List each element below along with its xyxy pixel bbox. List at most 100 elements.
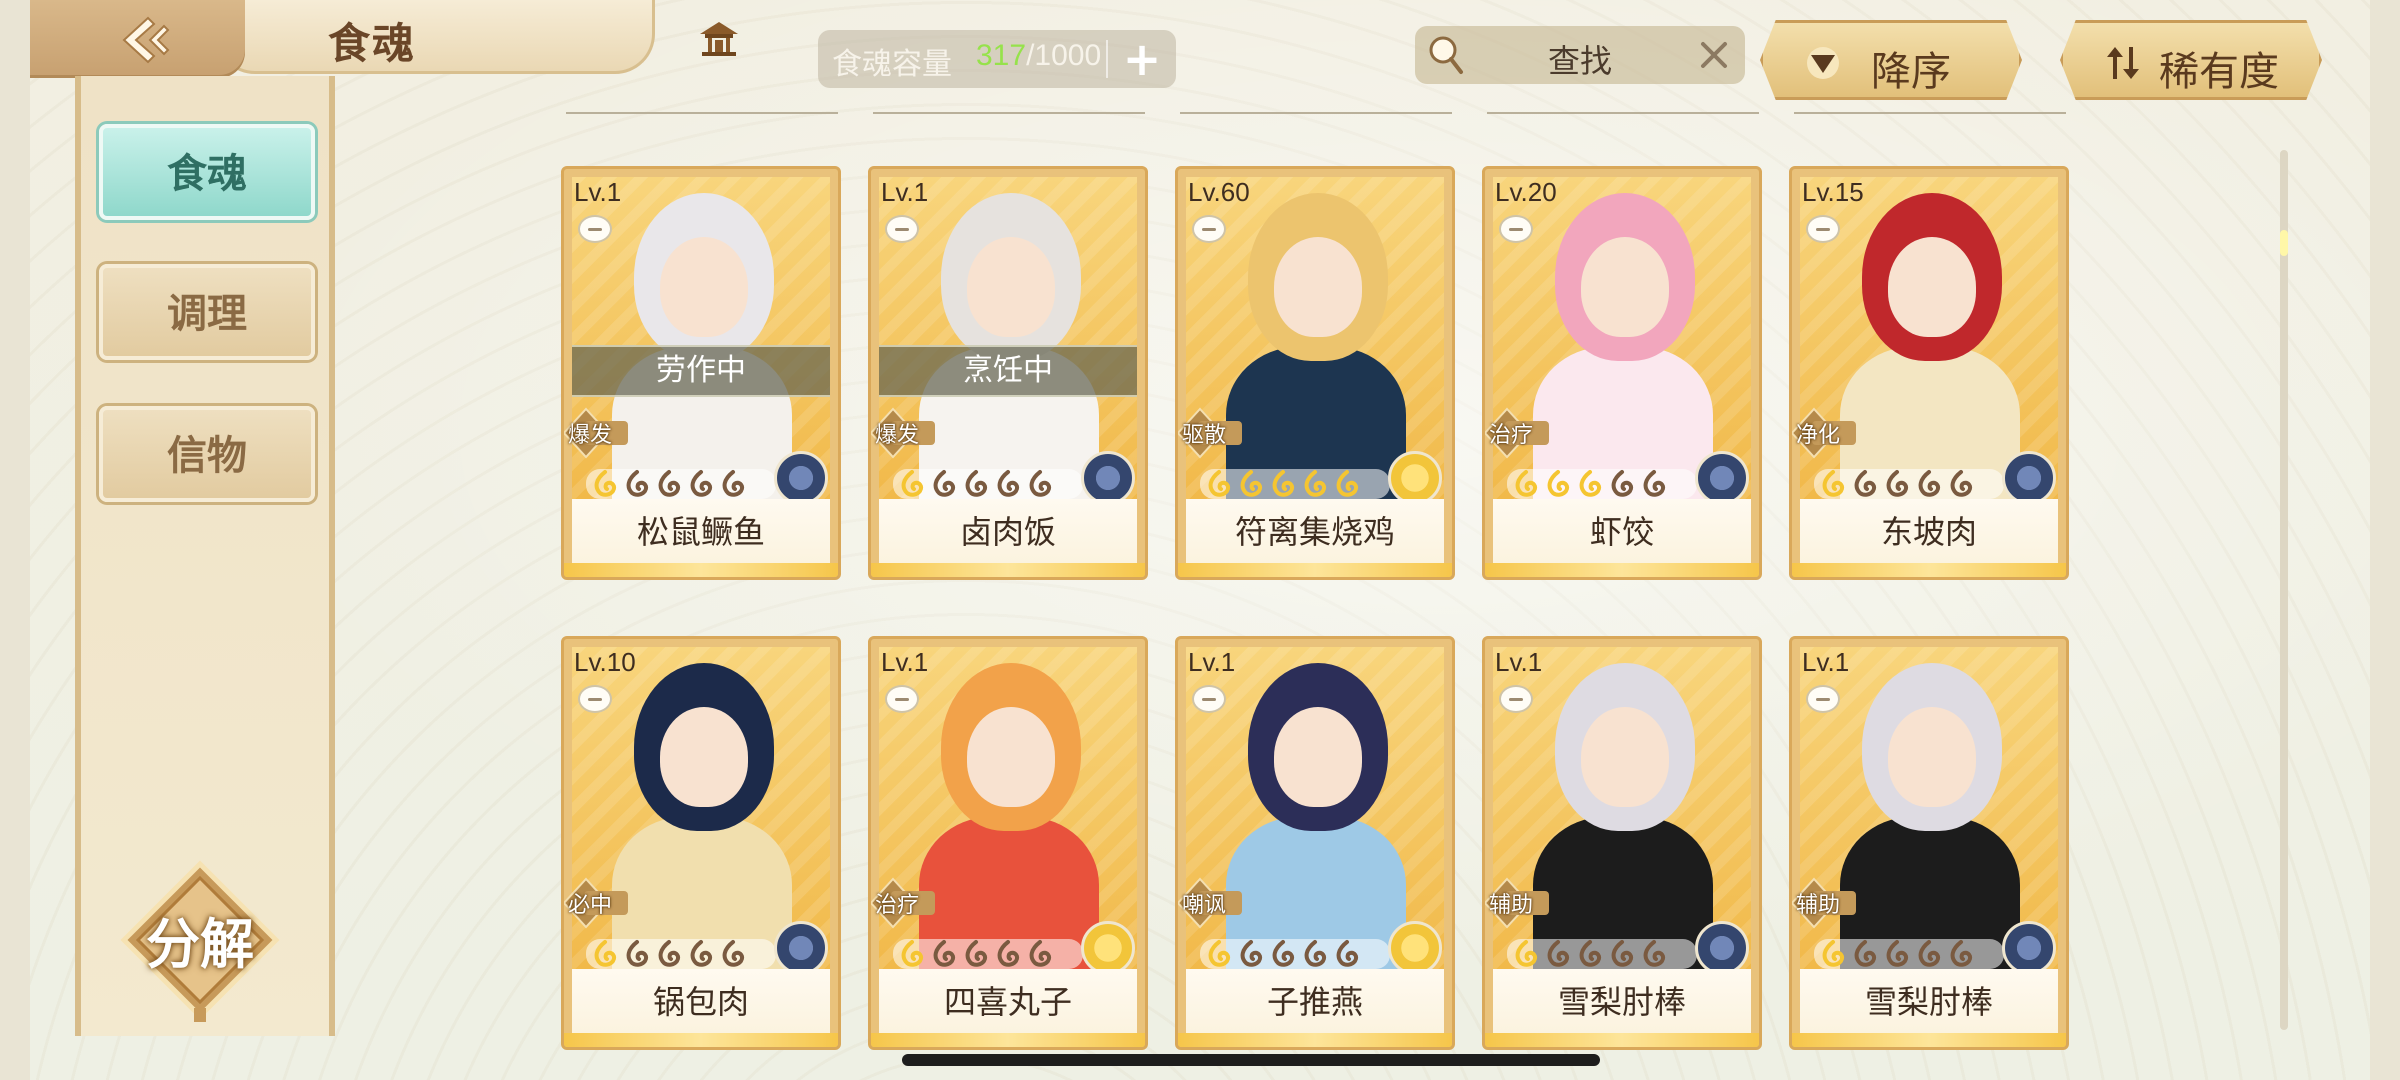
- sort-order-label: 降序: [1871, 50, 1951, 94]
- capacity-label: 食魂容量: [832, 48, 952, 81]
- element-flower-icon: [1695, 921, 1749, 975]
- divider-line: [873, 112, 1145, 114]
- flame-star-icon: [1304, 470, 1327, 497]
- flame-star-icon: [1822, 470, 1845, 497]
- flame-star-icon: [1854, 940, 1877, 967]
- flame-star-icon: [997, 940, 1020, 967]
- search-box[interactable]: 查找: [1415, 26, 1745, 84]
- sort-key-button[interactable]: 稀有度: [2060, 20, 2322, 100]
- flame-star-icon: [1886, 470, 1909, 497]
- card-bottom-strip: [1178, 563, 1452, 577]
- flame-star-icon: [1029, 470, 1052, 497]
- bowl-icon: [1806, 215, 1840, 243]
- flame-star-icon: [722, 940, 745, 967]
- scrollbar-thumb[interactable]: [2280, 230, 2288, 256]
- food-soul-card[interactable]: Lv.10 必中 锅包肉: [561, 636, 841, 1050]
- flame-star-icon: [594, 470, 617, 497]
- element-flower-icon: [2002, 451, 2056, 505]
- role-label: 净化: [1796, 422, 1841, 447]
- star-rating: [1200, 939, 1390, 969]
- flame-star-icon: [1950, 940, 1973, 967]
- flame-star-icon: [1547, 940, 1570, 967]
- flame-star-icon: [1304, 940, 1327, 967]
- food-soul-card[interactable]: Lv.1 烹饪中 爆发 卤肉饭: [868, 166, 1148, 580]
- capacity-value: 317/1000: [976, 39, 1101, 73]
- card-bottom-strip: [1178, 1033, 1452, 1047]
- flame-star-icon: [1208, 940, 1231, 967]
- food-soul-card[interactable]: Lv.1 劳作中 爆发 松鼠鳜鱼: [561, 166, 841, 580]
- flame-star-icon: [1611, 470, 1634, 497]
- food-soul-name: 子推燕: [1266, 984, 1363, 1020]
- card-bottom-strip: [564, 563, 838, 577]
- role-label: 驱散: [1182, 422, 1227, 447]
- close-icon[interactable]: [1697, 38, 1731, 72]
- flame-star-icon: [1240, 470, 1263, 497]
- title-tab: 食魂: [215, 0, 738, 74]
- divider-line: [1180, 112, 1452, 114]
- level-label: Lv.1: [574, 177, 622, 207]
- back-button[interactable]: [30, 0, 245, 78]
- sort-order-button[interactable]: 降序: [1760, 20, 2022, 100]
- status-banner: 劳作中: [572, 345, 830, 397]
- flame-star-icon: [1918, 940, 1941, 967]
- flame-star-icon: [658, 470, 681, 497]
- food-soul-card[interactable]: Lv.60 驱散 符离集烧鸡: [1175, 166, 1455, 580]
- flame-star-icon: [1854, 470, 1877, 497]
- flame-star-icon: [1643, 940, 1666, 967]
- element-flower-icon: [2002, 921, 2056, 975]
- character-face: [1581, 237, 1669, 337]
- page-title: 食魂: [328, 19, 417, 68]
- bowl-icon: [885, 215, 919, 243]
- star-rating: [1507, 939, 1697, 969]
- add-capacity-button[interactable]: +: [1116, 34, 1168, 84]
- star-rating: [1507, 469, 1697, 499]
- character-face: [1581, 707, 1669, 807]
- flame-star-icon: [1515, 940, 1538, 967]
- level-label: Lv.1: [1495, 647, 1543, 677]
- food-soul-card[interactable]: Lv.1 辅助 雪梨肘棒: [1482, 636, 1762, 1050]
- sidebar-item-food-souls[interactable]: 食魂: [99, 124, 315, 220]
- flame-star-icon: [933, 940, 956, 967]
- capacity-display: 食魂容量 317/1000 +: [818, 30, 1176, 88]
- food-soul-name: 卤肉饭: [959, 514, 1056, 550]
- search-input[interactable]: 查找: [1415, 36, 1745, 82]
- card-bottom-strip: [871, 563, 1145, 577]
- flame-star-icon: [1643, 470, 1666, 497]
- star-rating: [586, 469, 776, 499]
- level-label: Lv.1: [1802, 647, 1850, 677]
- food-soul-card[interactable]: Lv.15 净化 东坡肉: [1789, 166, 2069, 580]
- sidebar-item-tokens[interactable]: 信物: [99, 406, 315, 502]
- flame-star-icon: [1240, 940, 1263, 967]
- character-face: [660, 707, 748, 807]
- card-bottom-strip: [1792, 563, 2066, 577]
- triangle-down-icon: [1807, 47, 1839, 79]
- divider-line: [1794, 112, 2066, 114]
- level-label: Lv.15: [1802, 177, 1864, 207]
- home-indicator[interactable]: [902, 1054, 1600, 1066]
- element-flower-icon: [1081, 451, 1135, 505]
- flame-star-icon: [594, 940, 617, 967]
- level-label: Lv.1: [881, 647, 929, 677]
- food-soul-card[interactable]: Lv.20 治疗 虾饺: [1482, 166, 1762, 580]
- element-flower-icon: [774, 451, 828, 505]
- character-face: [967, 237, 1055, 337]
- bowl-icon: [885, 685, 919, 713]
- flame-star-icon: [690, 940, 713, 967]
- bowl-icon: [578, 685, 612, 713]
- food-soul-card[interactable]: Lv.1 辅助 雪梨肘棒: [1789, 636, 2069, 1050]
- food-soul-card[interactable]: Lv.1 嘲讽 子推燕: [1175, 636, 1455, 1050]
- scrollbar-track[interactable]: [2280, 150, 2288, 1030]
- star-rating: [893, 939, 1083, 969]
- flame-star-icon: [965, 940, 988, 967]
- sidebar-item-conditioning[interactable]: 调理: [99, 264, 315, 360]
- card-bottom-strip: [564, 1033, 838, 1047]
- pavilion-icon[interactable]: [696, 18, 742, 58]
- flame-star-icon: [626, 470, 649, 497]
- level-label: Lv.1: [881, 177, 929, 207]
- food-soul-card[interactable]: Lv.1 治疗 四喜丸子: [868, 636, 1148, 1050]
- flame-star-icon: [1918, 470, 1941, 497]
- food-soul-name: 松鼠鳜鱼: [636, 514, 765, 550]
- food-soul-name: 虾饺: [1589, 514, 1654, 550]
- flame-star-icon: [1547, 470, 1570, 497]
- level-label: Lv.1: [1188, 647, 1236, 677]
